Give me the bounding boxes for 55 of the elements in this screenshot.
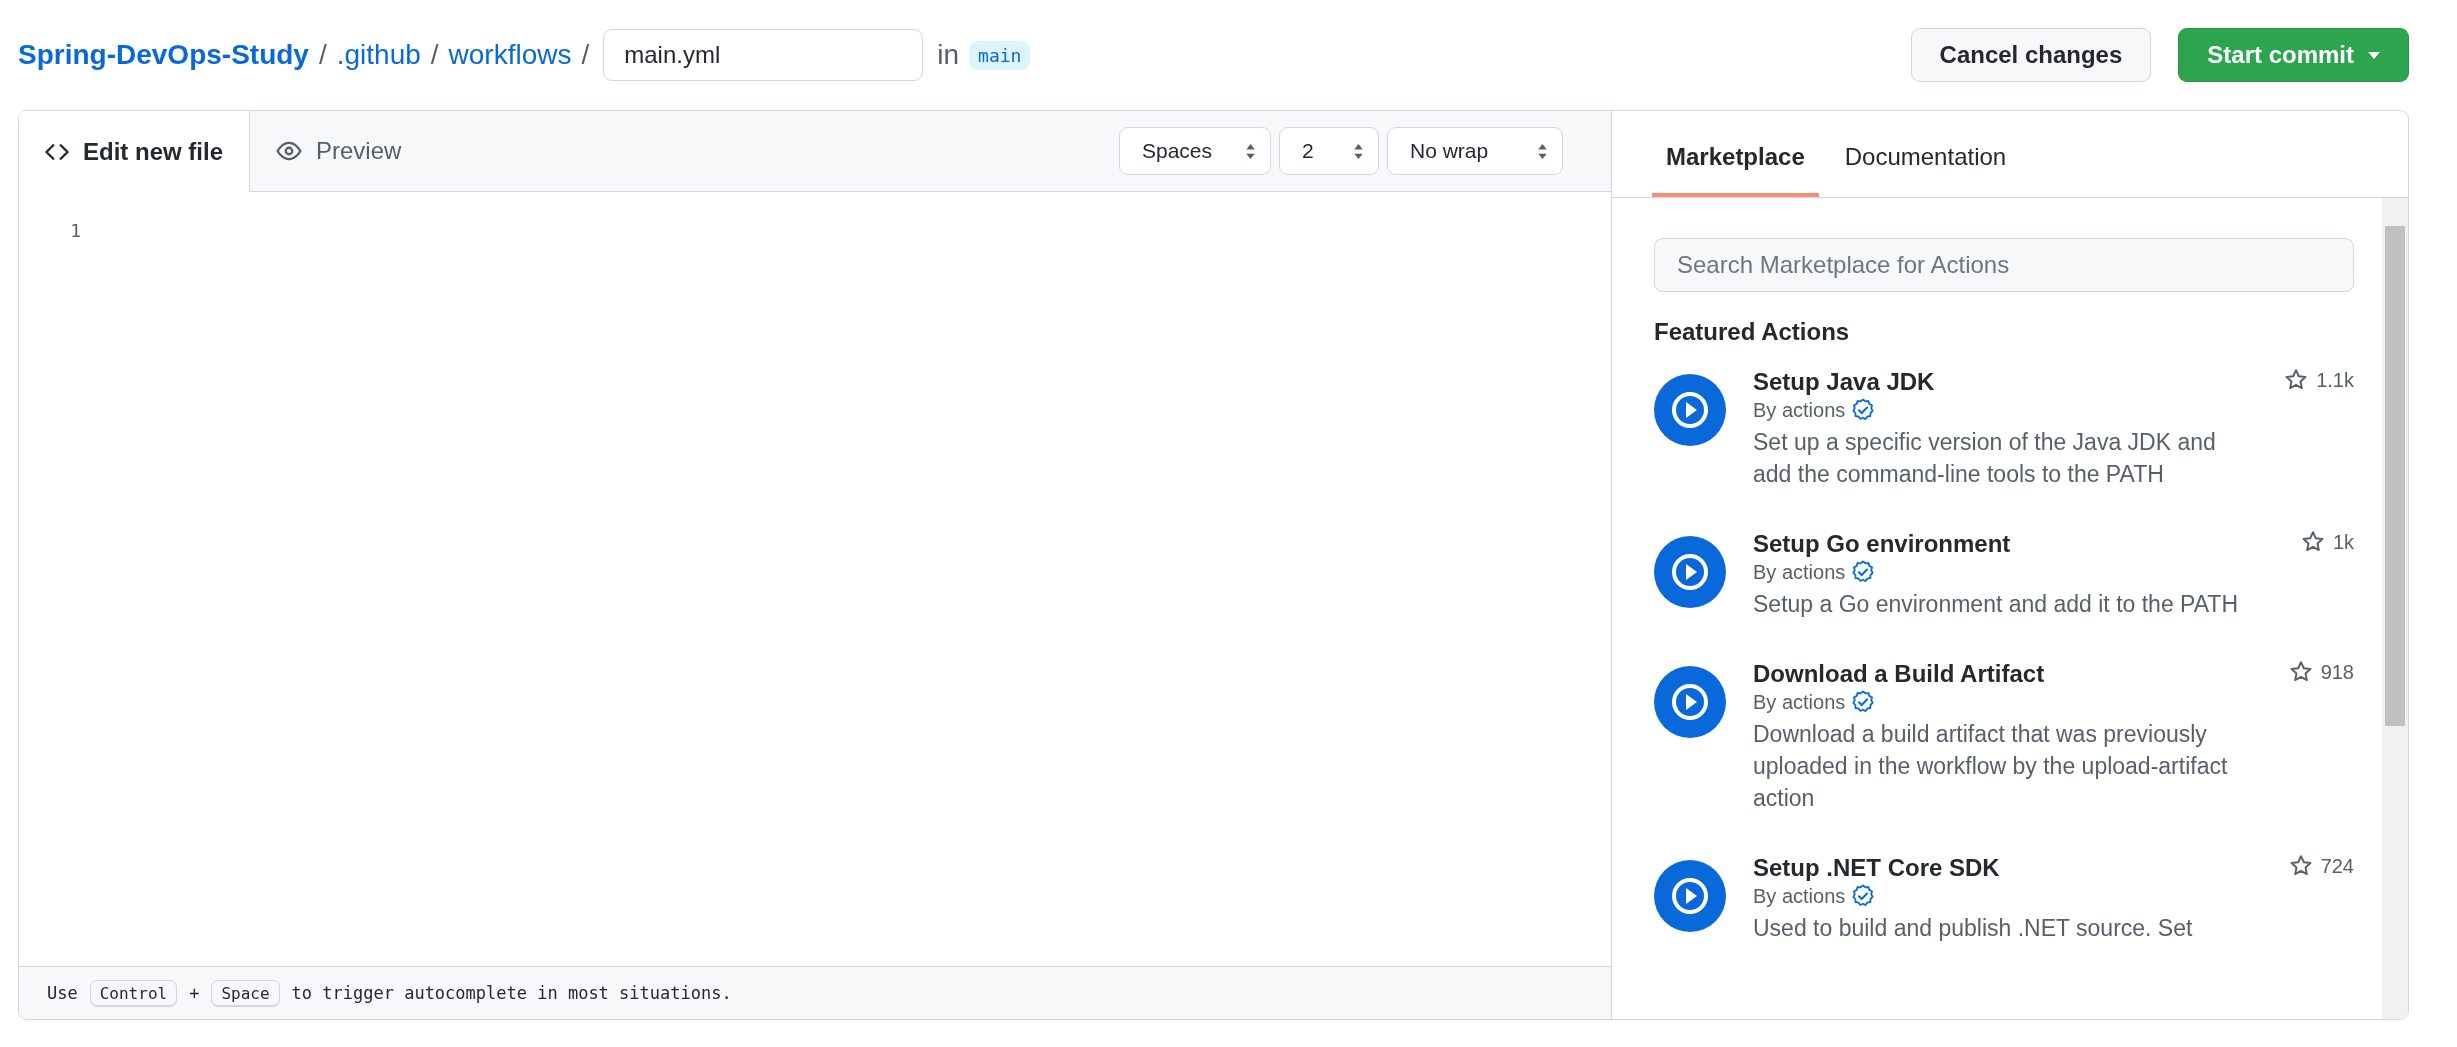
star-icon	[2284, 368, 2309, 392]
key-label: Control	[89, 979, 178, 1007]
line-number: 1	[69, 220, 82, 241]
editor-tab[interactable]: Preview	[250, 111, 428, 191]
play-icon	[1654, 536, 1726, 608]
hint-text: Use	[47, 983, 78, 1003]
action-title[interactable]: Setup Go environment	[1753, 530, 2011, 558]
action-description: Used to build and publish .NET source. Set	[1753, 914, 2194, 943]
updown-icon	[1245, 142, 1256, 160]
repo-link[interactable]: Spring-DevOps-Study	[18, 39, 309, 71]
action-description: Download a build artifact that was previously uploaded in the workflow by the upload-artifact action	[1753, 720, 2229, 813]
filename-field[interactable]: main.yml	[603, 29, 924, 81]
search-field[interactable]: Search Marketplace for Actions	[1654, 238, 2354, 292]
action-title[interactable]: Setup .NET Core SDK	[1753, 854, 2000, 882]
sidebar-tab[interactable]: Marketplace	[1652, 143, 1819, 197]
scrollbar-thumb[interactable]	[2385, 226, 2405, 726]
path-link[interactable]: workflows	[448, 39, 572, 71]
path-separator: /	[581, 39, 590, 71]
section-heading: Featured Actions	[1654, 318, 1851, 346]
star-count: 724	[2320, 854, 2354, 878]
path-separator: /	[318, 39, 327, 71]
option-select[interactable]: Spaces	[1119, 127, 1271, 175]
scrollbar[interactable]	[2382, 198, 2408, 1019]
author-text: By actions	[1753, 398, 1846, 422]
caret-icon	[2368, 51, 2380, 59]
key-label: Space	[211, 979, 280, 1007]
star-count: 1.1k	[2316, 368, 2354, 392]
action-title[interactable]: Setup Java JDK	[1753, 368, 1935, 396]
action-description: Setup a Go environment and add it to the PATH	[1753, 590, 2239, 619]
hint-text: to trigger autocomplete in most situations.	[291, 983, 732, 1003]
play-icon	[1654, 374, 1726, 446]
author-text: By actions	[1753, 884, 1846, 908]
action-description: Set up a specific version of the Java JDK and add the command-line tools to the PATH	[1753, 428, 2217, 489]
branch-label: main	[969, 40, 1031, 70]
cancel-button[interactable]: Cancel changes	[1910, 28, 2152, 82]
option-select[interactable]: 2	[1279, 127, 1379, 175]
sidebar-tab[interactable]: Documentation	[1830, 143, 2021, 197]
updown-icon	[1353, 142, 1364, 160]
author-text: By actions	[1753, 690, 1846, 714]
plus-text: +	[189, 983, 200, 1003]
star-count: 1k	[2332, 530, 2354, 554]
author-text: By actions	[1753, 560, 1846, 584]
updown-icon	[1537, 142, 1548, 160]
play-icon	[1654, 860, 1726, 932]
star-count: 918	[2320, 660, 2354, 684]
in-label: in	[937, 39, 960, 71]
action-title[interactable]: Download a Build Artifact	[1753, 660, 2045, 688]
option-select[interactable]: No wrap	[1387, 127, 1563, 175]
star-icon	[2288, 660, 2313, 684]
editor-tab[interactable]: Edit new file	[19, 111, 250, 192]
star-icon	[2288, 854, 2313, 878]
path-separator: /	[430, 39, 439, 71]
star-icon	[2300, 530, 2325, 554]
path-link[interactable]: .github	[336, 39, 421, 71]
play-icon	[1654, 666, 1726, 738]
